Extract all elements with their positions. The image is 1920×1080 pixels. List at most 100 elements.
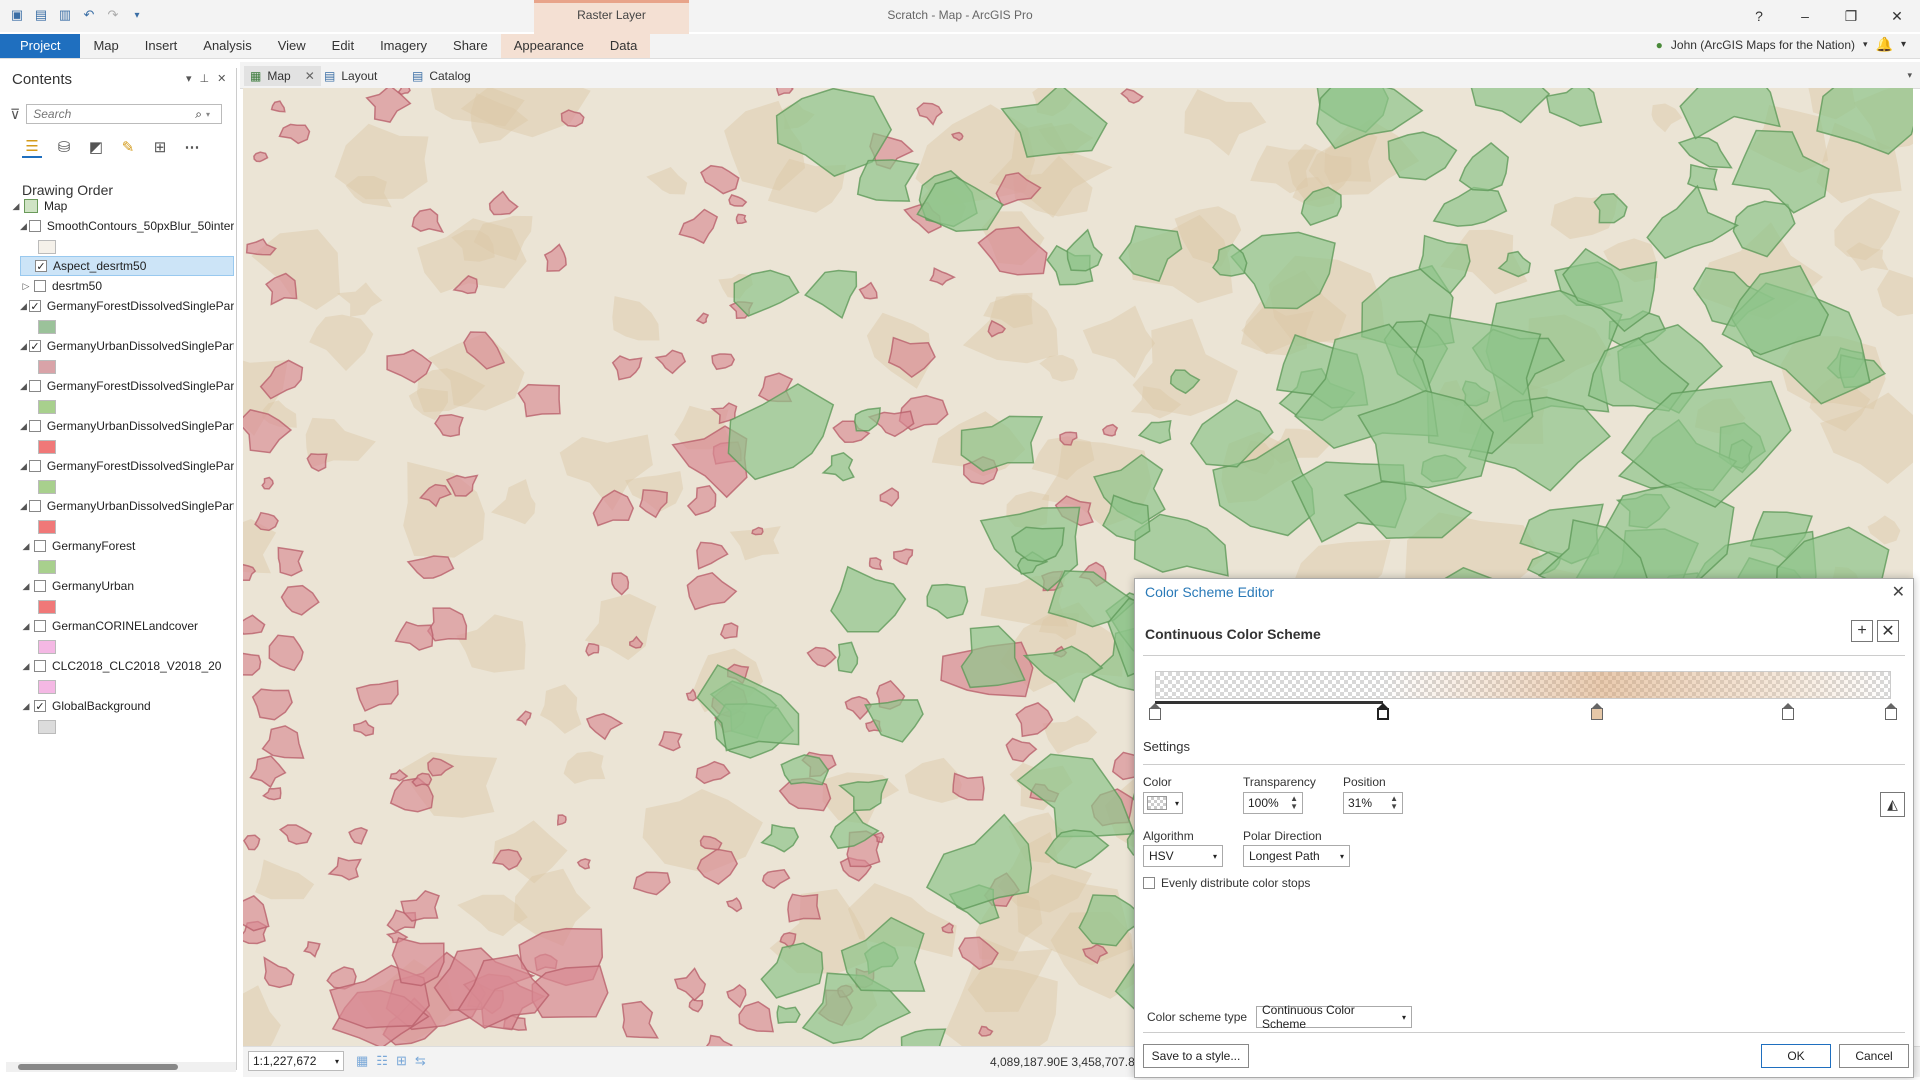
search-input[interactable] xyxy=(31,106,196,122)
tab-data[interactable]: Data xyxy=(596,34,651,58)
list-by-editing-icon[interactable]: ✎ xyxy=(118,137,138,157)
more-options-icon[interactable]: ⋯ xyxy=(182,137,202,157)
scrollbar-thumb[interactable] xyxy=(18,1064,178,1070)
evenly-distribute-checkbox[interactable] xyxy=(1143,877,1155,889)
color-stop-handle[interactable] xyxy=(1590,703,1603,721)
transparency-spinner[interactable]: 100% ▲ ▼ xyxy=(1243,792,1303,814)
layer-visibility-checkbox[interactable]: ✓ xyxy=(35,260,47,273)
layer-item[interactable]: ◢ GermanyForest xyxy=(20,536,234,556)
layer-visibility-checkbox[interactable] xyxy=(34,280,46,292)
expand-down-icon[interactable]: ◢ xyxy=(20,581,32,592)
layer-visibility-checkbox[interactable]: ✓ xyxy=(28,340,41,353)
expand-down-icon[interactable]: ◢ xyxy=(20,301,27,312)
minimize-button[interactable]: – xyxy=(1782,0,1828,32)
navigator-icon[interactable]: ⊞ xyxy=(396,1053,407,1069)
close-icon[interactable]: ✕ xyxy=(305,69,315,83)
layer-item[interactable]: ◢ GermanyForestDissolvedSinglePart xyxy=(20,376,234,396)
tab-analysis[interactable]: Analysis xyxy=(190,34,264,58)
expand-down-icon[interactable]: ◢ xyxy=(20,221,27,232)
close-icon[interactable]: ✕ xyxy=(217,72,226,85)
list-by-drawing-order-icon[interactable]: ☰ xyxy=(22,136,42,158)
tab-catalog-view[interactable]: ▤ Catalog xyxy=(406,66,477,86)
flip-ramp-button[interactable]: ◭ xyxy=(1880,792,1905,817)
tab-share[interactable]: Share xyxy=(440,34,501,58)
layer-item[interactable]: ◢ CLC2018_CLC2018_V2018_20 xyxy=(20,656,234,676)
scheme-type-select[interactable]: Continuous Color Scheme ▾ xyxy=(1256,1003,1412,1031)
layer-visibility-checkbox[interactable] xyxy=(34,540,46,552)
color-stop-handle[interactable] xyxy=(1377,703,1390,721)
list-by-source-icon[interactable]: ⛁ xyxy=(54,137,74,157)
user-account[interactable]: ● John (ArcGIS Maps for the Nation) ▾ 🔔 … xyxy=(1656,36,1906,53)
layer-visibility-checkbox[interactable] xyxy=(34,660,46,672)
user-name[interactable]: John (ArcGIS Maps for the Nation) xyxy=(1671,38,1855,52)
expand-down-icon[interactable]: ◢ xyxy=(20,621,32,632)
layer-item[interactable]: ◢ GermanyUrbanDissolvedSinglePart xyxy=(20,496,234,516)
expand-down-icon[interactable]: ◢ xyxy=(20,541,32,552)
list-by-snapping-icon[interactable]: ⊞ xyxy=(150,137,170,157)
save-to-style-button[interactable]: Save to a style... xyxy=(1143,1044,1249,1068)
layer-visibility-checkbox[interactable] xyxy=(28,220,41,232)
layer-visibility-checkbox[interactable] xyxy=(34,580,46,592)
expand-down-icon[interactable]: ◢ xyxy=(20,661,32,672)
tab-project[interactable]: Project xyxy=(0,34,81,58)
close-icon[interactable]: ✕ xyxy=(1892,582,1905,602)
tab-overflow-icon[interactable]: ▾ xyxy=(1907,70,1912,81)
layer-visibility-checkbox[interactable] xyxy=(28,500,41,512)
chevron-down-icon[interactable]: ▾ xyxy=(1901,39,1906,50)
layer-visibility-checkbox[interactable] xyxy=(28,420,41,432)
layer-item[interactable]: ◢ ✓ GermanyUrbanDissolvedSinglePart xyxy=(20,336,234,356)
sync-icon[interactable]: ⇆ xyxy=(415,1053,426,1069)
layer-visibility-checkbox[interactable]: ✓ xyxy=(34,700,46,713)
search-icon[interactable]: ⌕ xyxy=(195,107,202,122)
layer-visibility-checkbox[interactable] xyxy=(28,460,41,472)
customize-toolbar-icon[interactable]: ▾ xyxy=(128,6,146,24)
help-button[interactable]: ? xyxy=(1736,0,1782,32)
layer-item[interactable]: ◢ SmoothContours_50pxBlur_50inter xyxy=(20,216,234,236)
tab-layout-view[interactable]: ▤ Layout xyxy=(318,66,383,86)
ok-button[interactable]: OK xyxy=(1761,1044,1831,1068)
list-by-selection-icon[interactable]: ◩ xyxy=(86,137,106,157)
cancel-button[interactable]: Cancel xyxy=(1839,1044,1909,1068)
expand-down-icon[interactable]: ◢ xyxy=(20,381,27,392)
color-picker[interactable]: ▾ xyxy=(1143,792,1183,814)
chevron-down-icon[interactable]: ▾ xyxy=(335,1057,339,1066)
layer-item[interactable]: ◢ ✓ GermanyForestDissolvedSinglePart xyxy=(20,296,234,316)
expand-down-icon[interactable]: ◢ xyxy=(20,501,27,512)
tab-imagery[interactable]: Imagery xyxy=(367,34,440,58)
expand-down-icon[interactable]: ◢ xyxy=(20,461,27,472)
table-icon[interactable]: ☷ xyxy=(376,1053,388,1069)
color-stop-handle[interactable] xyxy=(1781,703,1794,721)
expand-down-icon[interactable]: ◢ xyxy=(20,341,27,352)
layer-visibility-checkbox[interactable] xyxy=(34,620,46,632)
dropdown-icon[interactable]: ▾ xyxy=(1863,39,1868,50)
position-spinner[interactable]: 31% ▲ ▼ xyxy=(1343,792,1403,814)
notification-bell-icon[interactable]: 🔔 xyxy=(1876,36,1893,53)
close-button[interactable]: ✕ xyxy=(1874,0,1920,32)
pane-options-icon[interactable]: ▾ xyxy=(186,72,192,85)
add-stop-button[interactable]: + xyxy=(1851,620,1873,642)
layer-item[interactable]: ✓ Aspect_desrtm50 xyxy=(20,256,234,276)
expand-down-icon[interactable]: ◢ xyxy=(20,421,27,432)
layer-visibility-checkbox[interactable] xyxy=(28,380,41,392)
pin-icon[interactable]: ⊥ xyxy=(200,72,210,85)
color-stop-handle[interactable] xyxy=(1149,703,1161,721)
tab-view[interactable]: View xyxy=(265,34,319,58)
tab-edit[interactable]: Edit xyxy=(319,34,367,58)
layer-item[interactable]: ▷ desrtm50 xyxy=(20,276,234,296)
tab-insert[interactable]: Insert xyxy=(132,34,191,58)
tab-map-view[interactable]: ▦ Map ✕ xyxy=(244,66,321,86)
new-project-icon[interactable]: ▣ xyxy=(8,6,26,24)
layer-item[interactable]: ◢ GermanCORINELandcover xyxy=(20,616,234,636)
algorithm-select[interactable]: HSV ▾ xyxy=(1143,845,1223,867)
remove-stop-button[interactable]: ✕ xyxy=(1877,620,1899,642)
spinner-arrows-icon[interactable]: ▲ ▼ xyxy=(1290,795,1298,811)
layer-item[interactable]: ◢ Map xyxy=(10,196,234,216)
expand-down-icon[interactable]: ◢ xyxy=(20,701,32,712)
color-stop-handle[interactable] xyxy=(1885,703,1897,721)
layer-item[interactable]: ◢ GermanyUrban xyxy=(20,576,234,596)
scale-selector[interactable]: 1:1,227,672 ▾ xyxy=(248,1051,344,1071)
search-box[interactable]: ⌕ ▾ xyxy=(26,104,223,124)
grid-icon[interactable]: ▦ xyxy=(356,1053,368,1069)
undo-icon[interactable]: ↶ xyxy=(80,6,98,24)
save-icon[interactable]: ▥ xyxy=(56,6,74,24)
